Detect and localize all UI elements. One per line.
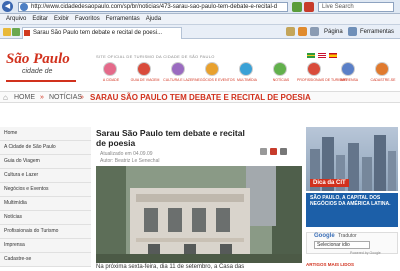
add-favorite-icon[interactable] [12, 28, 20, 36]
breadcrumb-separator: » [40, 94, 44, 101]
menu-ajuda[interactable]: Ajuda [146, 16, 161, 22]
sidebar-item[interactable]: Guia do Viagem [0, 155, 91, 169]
sidebar-item[interactable]: Notícias [0, 211, 91, 225]
quick-nav-icon[interactable] [273, 62, 287, 76]
quick-nav-label[interactable]: CULTURA E LAZER [161, 78, 197, 82]
site-logo-subtitle: cidade de [22, 68, 53, 75]
sidebar-item[interactable]: Imprensa [0, 239, 91, 253]
translator-powered: Powered by Google [350, 251, 381, 255]
favorites-star-icon[interactable] [3, 28, 11, 36]
most-read-heading: ARTIGOS MAIS LIDOS [306, 262, 355, 267]
menu-ferramentas[interactable]: Ferramentas [106, 16, 140, 22]
feeds-icon[interactable] [298, 27, 307, 36]
menu-arquivo[interactable]: Arquivo [6, 16, 26, 22]
breadcrumb-separator: » [80, 94, 84, 101]
breadcrumb-section[interactable]: NOTÍCIAS [49, 93, 82, 102]
google-logo: Google [314, 233, 335, 239]
quick-nav: A CIDADE GUIA DE VIAGEM CULTURA E LAZER NEG… [92, 62, 398, 88]
menu-exibir[interactable]: Exibir [54, 16, 69, 22]
back-button[interactable]: ◀ [2, 1, 13, 12]
flag-brazil-icon[interactable] [307, 53, 315, 58]
menu-bar: Arquivo Editar Exibir Favoritos Ferramentas A… [0, 14, 400, 25]
browser-tab[interactable]: Sarau São Paulo tem debate e recital de … [22, 27, 182, 39]
quick-nav-label[interactable]: CADASTRE-SE [365, 78, 400, 82]
quick-nav-label[interactable]: GUIA DE VIAGEM [127, 78, 163, 82]
email-icon[interactable] [280, 148, 287, 155]
url-input[interactable]: http://www.cidadedesaopaulo.com/sp/br/no… [18, 2, 288, 12]
sidebar-nav: Home A Cidade de São Paulo Guia do Viagem C… [0, 127, 91, 271]
quick-nav-label[interactable]: PROFISSIONAIS DE TURISMO [297, 78, 347, 82]
quick-nav-icon[interactable] [205, 62, 219, 76]
page-title: SARAU SÃO PAULO TEM DEBATE E RECITAL DE … [90, 93, 311, 102]
quick-nav-icon[interactable] [239, 62, 253, 76]
article-first-line: Na próxima sexta-feira, dia 11 de setemb… [96, 264, 245, 270]
quick-nav-label[interactable]: IMPRENSA [331, 78, 367, 82]
article-author: Autor: Beatriz Le Senechal [100, 158, 160, 164]
breadcrumb-home[interactable]: HOME [14, 93, 35, 102]
quick-nav-icon[interactable] [341, 62, 355, 76]
tools-menu[interactable]: Ferramentas [360, 27, 394, 37]
page-menu[interactable]: Página [324, 27, 343, 37]
print-icon[interactable] [310, 27, 319, 36]
quick-nav-icon[interactable] [307, 62, 321, 76]
sidebar-item[interactable]: Cultura e Lazer [0, 169, 91, 183]
refresh-button[interactable] [292, 2, 302, 12]
dica-label[interactable]: Dica da CIT [310, 179, 349, 187]
menu-favoritos[interactable]: Favoritos [75, 16, 100, 22]
home-breadcrumb-icon[interactable]: ⌂ [3, 93, 8, 102]
flag-spain-icon[interactable] [329, 53, 337, 58]
pdf-icon[interactable] [270, 148, 277, 155]
sidebar-item[interactable]: Negócios e Eventos [0, 183, 91, 197]
stop-button[interactable] [304, 2, 314, 12]
article-photo-art [96, 166, 302, 263]
home-icon[interactable] [286, 27, 295, 36]
quick-nav-label[interactable]: NEGÓCIOS E EVENTOS [195, 78, 235, 82]
print-article-icon[interactable] [260, 148, 267, 155]
quick-nav-icon[interactable] [103, 62, 117, 76]
quick-nav-label[interactable]: A CIDADE [93, 78, 129, 82]
article-title: Sarau São Paulo tem debate e recital de … [96, 128, 245, 148]
sidebar-item[interactable]: Cadastre-se [0, 253, 91, 267]
quick-nav-icon[interactable] [171, 62, 185, 76]
translator-label: Tradutor [338, 233, 357, 239]
flag-usa-icon[interactable] [318, 53, 326, 58]
quick-nav-label[interactable]: NOTÍCIAS [263, 78, 299, 82]
search-input[interactable]: Live Search [318, 2, 394, 12]
quick-nav-icon[interactable] [137, 62, 151, 76]
ad-text: SÃO PAULO, A CAPITAL DOS NEGÓCIOS DA AMÉ… [310, 195, 391, 207]
article-date: Atualizado em 04.09.09 [100, 151, 153, 157]
menu-editar[interactable]: Editar [32, 16, 48, 22]
logo-underline [6, 80, 76, 82]
quick-nav-label[interactable]: MULTIMÍDIA [229, 78, 265, 82]
tab-favicon-icon [24, 30, 30, 36]
quick-nav-icon[interactable] [375, 62, 389, 76]
language-select[interactable]: Selecionar idio [314, 241, 370, 249]
article-photo [96, 166, 302, 263]
official-site-text: SITE OFICIAL DE TURISMO DA CIDADE DE SÃO… [96, 54, 215, 59]
sidebar-item[interactable]: A Cidade de São Paulo [0, 141, 91, 155]
sidebar-item[interactable]: Profissionais do Turismo [0, 225, 91, 239]
sidebar-item[interactable]: Home [0, 127, 91, 141]
site-logo[interactable]: São Paulo [6, 51, 70, 68]
sidebar-item[interactable]: Multimídia [0, 197, 91, 211]
site-favicon-icon [20, 3, 28, 11]
tools-gear-icon[interactable] [348, 27, 357, 36]
